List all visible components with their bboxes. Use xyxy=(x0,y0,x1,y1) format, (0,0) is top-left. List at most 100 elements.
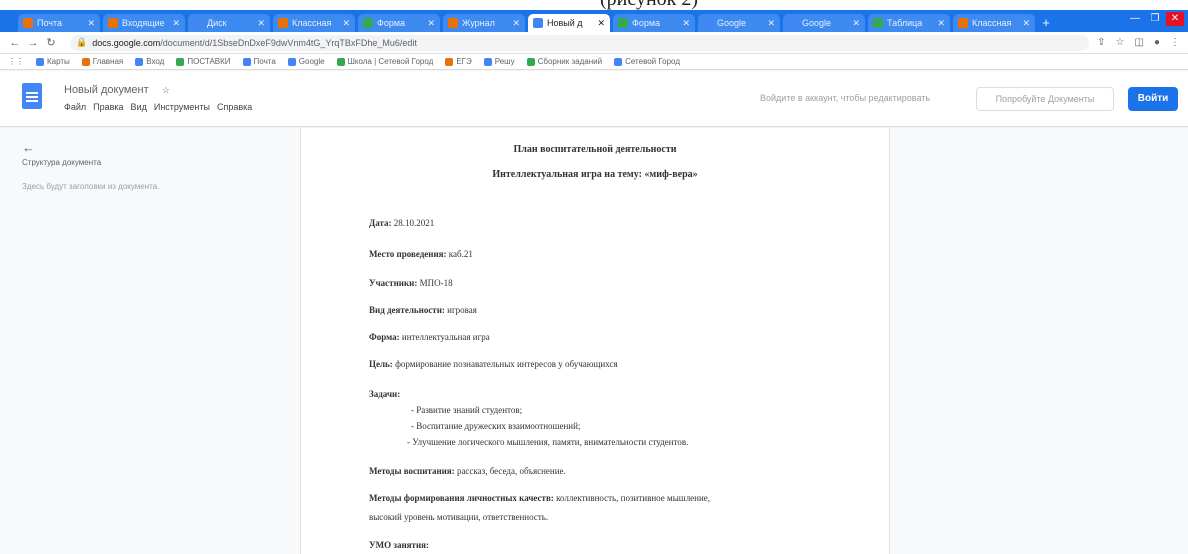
menu-item[interactable]: Правка xyxy=(93,102,123,112)
browser-tab[interactable]: Google ✕ xyxy=(783,14,865,32)
tab-close-icon[interactable]: ✕ xyxy=(342,18,350,29)
tab-close-icon[interactable]: ✕ xyxy=(767,18,775,29)
tab-close-icon[interactable]: ✕ xyxy=(682,18,690,29)
bookmark-label: Решу xyxy=(494,57,515,66)
bookmark-item[interactable]: ЕГЭ xyxy=(445,57,472,66)
try-docs-button[interactable]: Попробуйте Документы xyxy=(976,87,1114,111)
tab-close-icon[interactable]: ✕ xyxy=(87,18,95,29)
tab-close-icon[interactable]: ✕ xyxy=(512,18,520,29)
lock-icon: 🔒 xyxy=(76,37,88,47)
outline-title: Структура документа xyxy=(22,158,102,167)
favicon-icon xyxy=(193,18,203,28)
bookmark-item[interactable]: Почта xyxy=(242,57,276,66)
task-item: - Улучшение логического мышления, памяти… xyxy=(407,437,689,447)
browser-tab[interactable]: Google ✕ xyxy=(698,14,780,32)
tab-close-icon[interactable]: ✕ xyxy=(937,18,945,29)
favicon-icon xyxy=(958,18,968,28)
bookmark-item[interactable]: Google xyxy=(287,57,325,66)
extensions-icon[interactable]: ◫ xyxy=(1135,37,1144,48)
browser-tab[interactable]: Форма ✕ xyxy=(613,14,695,32)
bookmark-icon xyxy=(135,57,144,66)
bookmark-icon xyxy=(614,57,623,66)
minimize-icon[interactable]: — xyxy=(1126,12,1144,26)
bookmark-icon xyxy=(336,57,345,66)
tab-close-icon[interactable]: ✕ xyxy=(1022,18,1030,29)
menu-item[interactable]: Вид xyxy=(131,102,147,112)
favicon-icon xyxy=(788,18,798,28)
bookmark-item[interactable]: Вход xyxy=(135,57,164,66)
bookmarks-bar: ⋮⋮ Карты Главная Вход ПОСТАВКИ Почта Google Шк… xyxy=(0,54,1188,70)
goal-value: формирование познавательных интересов у … xyxy=(395,359,618,369)
star-icon[interactable]: ☆ xyxy=(162,85,170,95)
profile-icon[interactable]: ● xyxy=(1154,37,1160,48)
favicon-icon xyxy=(618,18,628,28)
star-icon[interactable]: ☆ xyxy=(1116,37,1125,48)
tab-close-icon[interactable]: ✕ xyxy=(172,18,180,29)
share-icon[interactable]: ⇪ xyxy=(1097,37,1105,48)
bookmark-label: Карты xyxy=(47,57,70,66)
browser-tab[interactable]: Новый д ✕ xyxy=(528,14,610,32)
bookmark-item[interactable]: Главная xyxy=(81,57,123,66)
reload-icon[interactable]: ↻ xyxy=(44,36,58,49)
bookmark-item[interactable]: Сборник заданий xyxy=(526,57,602,66)
browser-tab[interactable]: Почта ✕ xyxy=(18,14,100,32)
maximize-icon[interactable]: ❐ xyxy=(1146,12,1164,26)
browser-tab[interactable]: Журнал ✕ xyxy=(443,14,525,32)
qualities-line: Методы формирования личностных качеств: … xyxy=(369,493,710,503)
browser-tab[interactable]: Таблица ✕ xyxy=(868,14,950,32)
bookmark-item[interactable]: Карты xyxy=(36,57,70,66)
forward-icon[interactable]: → xyxy=(26,37,40,49)
menu-item[interactable]: Инструменты xyxy=(154,102,210,112)
login-button[interactable]: Войти xyxy=(1128,87,1178,111)
new-tab-icon[interactable]: + xyxy=(1038,14,1054,32)
favicon-icon xyxy=(448,18,458,28)
url-host: docs.google.com xyxy=(92,37,161,48)
tab-label: Таблица xyxy=(887,18,923,28)
url-path: /document/d/1SbseDnDxeF9dwVnm4tG_YrqTBxF… xyxy=(160,37,417,48)
task-item: - Развитие знаний студентов; xyxy=(411,405,523,415)
document-page[interactable]: План воспитательной деятельности Интелле… xyxy=(300,128,890,554)
bookmark-item[interactable]: Решу xyxy=(483,57,515,66)
tab-label: Входящие xyxy=(122,18,165,28)
form-value: интеллектуальная игра xyxy=(401,332,490,342)
bookmark-icon xyxy=(176,57,185,66)
apps-icon[interactable]: ⋮⋮ xyxy=(8,57,24,66)
goal-line: Цель: формирование познавательных интере… xyxy=(369,359,618,369)
umo-line: УМО занятия: xyxy=(369,540,429,550)
participants-label: Участники: xyxy=(369,278,418,288)
browser-tab[interactable]: Классная ✕ xyxy=(273,14,355,32)
docs-logo-icon[interactable] xyxy=(22,83,42,109)
close-icon[interactable]: ✕ xyxy=(1166,12,1184,26)
qualities-label: Методы формирования личностных качеств: xyxy=(369,493,554,503)
tab-close-icon[interactable]: ✕ xyxy=(852,18,860,29)
doc-heading: План воспитательной деятельности xyxy=(513,144,677,155)
doc-title[interactable]: Новый документ xyxy=(64,84,149,96)
arrow-left-icon[interactable]: ← xyxy=(22,140,35,155)
browser-tab[interactable]: Форма ✕ xyxy=(358,14,440,32)
goal-label: Цель: xyxy=(369,359,393,369)
bookmark-item[interactable]: Сетевой Город xyxy=(614,57,680,66)
menu-item[interactable]: Справка xyxy=(217,102,252,112)
tab-close-icon[interactable]: ✕ xyxy=(597,18,605,29)
tab-close-icon[interactable]: ✕ xyxy=(427,18,435,29)
bookmark-icon xyxy=(242,57,251,66)
methods-label: Методы воспитания: xyxy=(369,466,455,476)
docs-header: Новый документ ☆ Файл Правка Вид Инструмент… xyxy=(0,71,1188,127)
bookmark-item[interactable]: Школа | Сетевой Город xyxy=(336,57,433,66)
docs-menu-bar: Файл Правка Вид Инструменты Справка xyxy=(64,102,252,112)
tab-label: Классная xyxy=(972,18,1012,28)
more-icon[interactable]: ⋮ xyxy=(1170,37,1180,48)
browser-tab[interactable]: Классная ✕ xyxy=(953,14,1035,32)
caption-fragment: (рисунок 2) xyxy=(600,0,698,10)
menu-item[interactable]: Файл xyxy=(64,102,86,112)
qualities-line-2: высокий уровень мотивации, ответственнос… xyxy=(369,512,548,522)
place-label: Место проведения: xyxy=(369,249,447,259)
tab-close-icon[interactable]: ✕ xyxy=(257,18,265,29)
date-line: Дата: 28.10.2021 xyxy=(369,218,434,228)
back-icon[interactable]: ← xyxy=(8,37,22,49)
browser-tab[interactable]: Входящие ✕ xyxy=(103,14,185,32)
bookmark-item[interactable]: ПОСТАВКИ xyxy=(176,57,231,66)
browser-tab[interactable]: Диск ✕ xyxy=(188,14,270,32)
url-input[interactable]: 🔒 docs.google.com /document/d/1SbseDnDxe… xyxy=(70,34,1090,51)
methods-value: рассказ, беседа, объяснение. xyxy=(456,466,566,476)
